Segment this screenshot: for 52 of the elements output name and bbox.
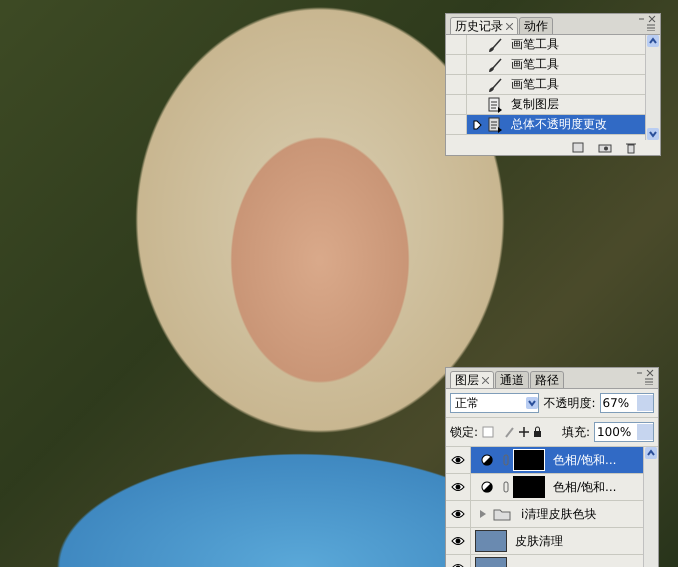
adjustment-icon: [481, 481, 493, 493]
lock-label: 锁定:: [450, 424, 478, 440]
blend-mode-dropdown[interactable]: 正常: [450, 393, 540, 413]
link-icon: [503, 454, 509, 466]
panel-controls-icon[interactable]: [635, 369, 655, 385]
panel-tab[interactable]: 历史记录: [450, 17, 518, 34]
panel-controls-icon[interactable]: [637, 15, 657, 31]
adjustment-icon: [481, 454, 493, 466]
layer-row[interactable]: i清理皮肤色块: [446, 501, 643, 528]
new-document-icon[interactable]: [572, 142, 584, 153]
brush-icon: [487, 36, 503, 52]
scroll-up-icon[interactable]: [647, 35, 659, 47]
eye-icon[interactable]: [451, 536, 465, 546]
opacity-field[interactable]: 67%: [600, 393, 654, 413]
panel-tab[interactable]: 动作: [519, 17, 553, 34]
camera-icon[interactable]: [598, 142, 612, 153]
document-icon: [487, 96, 503, 112]
scroll-down-icon[interactable]: [647, 128, 659, 140]
history-item[interactable]: 画笔工具: [446, 35, 645, 55]
panel-tab[interactable]: 通道: [495, 371, 529, 388]
mask-thumbnail: [513, 476, 545, 498]
panel-tab[interactable]: 图层: [450, 371, 494, 388]
layer-row[interactable]: 皮肤清理: [446, 528, 643, 555]
history-item[interactable]: 画笔工具: [446, 55, 645, 75]
trash-icon[interactable]: [626, 142, 636, 154]
link-icon: [503, 481, 509, 493]
brush-icon: [487, 56, 503, 72]
opacity-label: 不透明度:: [543, 394, 596, 412]
history-item[interactable]: 画笔工具: [446, 75, 645, 95]
brush-icon: [487, 76, 503, 92]
state-pointer-icon: [472, 120, 482, 130]
panel-tab[interactable]: 路径: [530, 371, 564, 388]
expand-triangle-icon[interactable]: [479, 509, 487, 519]
scrollbar[interactable]: [643, 447, 658, 567]
eye-icon[interactable]: [451, 509, 465, 519]
close-icon[interactable]: [482, 376, 489, 384]
eye-icon[interactable]: [451, 482, 465, 492]
document-icon: [487, 116, 503, 132]
lock-options-icon[interactable]: [482, 426, 542, 438]
scrollbar[interactable]: [645, 35, 660, 140]
fill-label: 填充:: [562, 424, 590, 440]
close-icon[interactable]: [506, 22, 513, 30]
folder-icon: [493, 508, 511, 520]
photo-thumbnail: [475, 530, 507, 552]
layer-row[interactable]: 色相/饱和...: [446, 447, 643, 474]
history-item[interactable]: 总体不透明度更改: [446, 115, 645, 135]
scroll-up-icon[interactable]: [645, 447, 657, 459]
eye-icon[interactable]: [451, 455, 465, 465]
mask-thumbnail: [513, 449, 545, 471]
fill-field[interactable]: 100%: [594, 422, 654, 442]
scroll-down-icon[interactable]: [526, 397, 538, 409]
layer-row[interactable]: 色相/饱和...: [446, 474, 643, 501]
